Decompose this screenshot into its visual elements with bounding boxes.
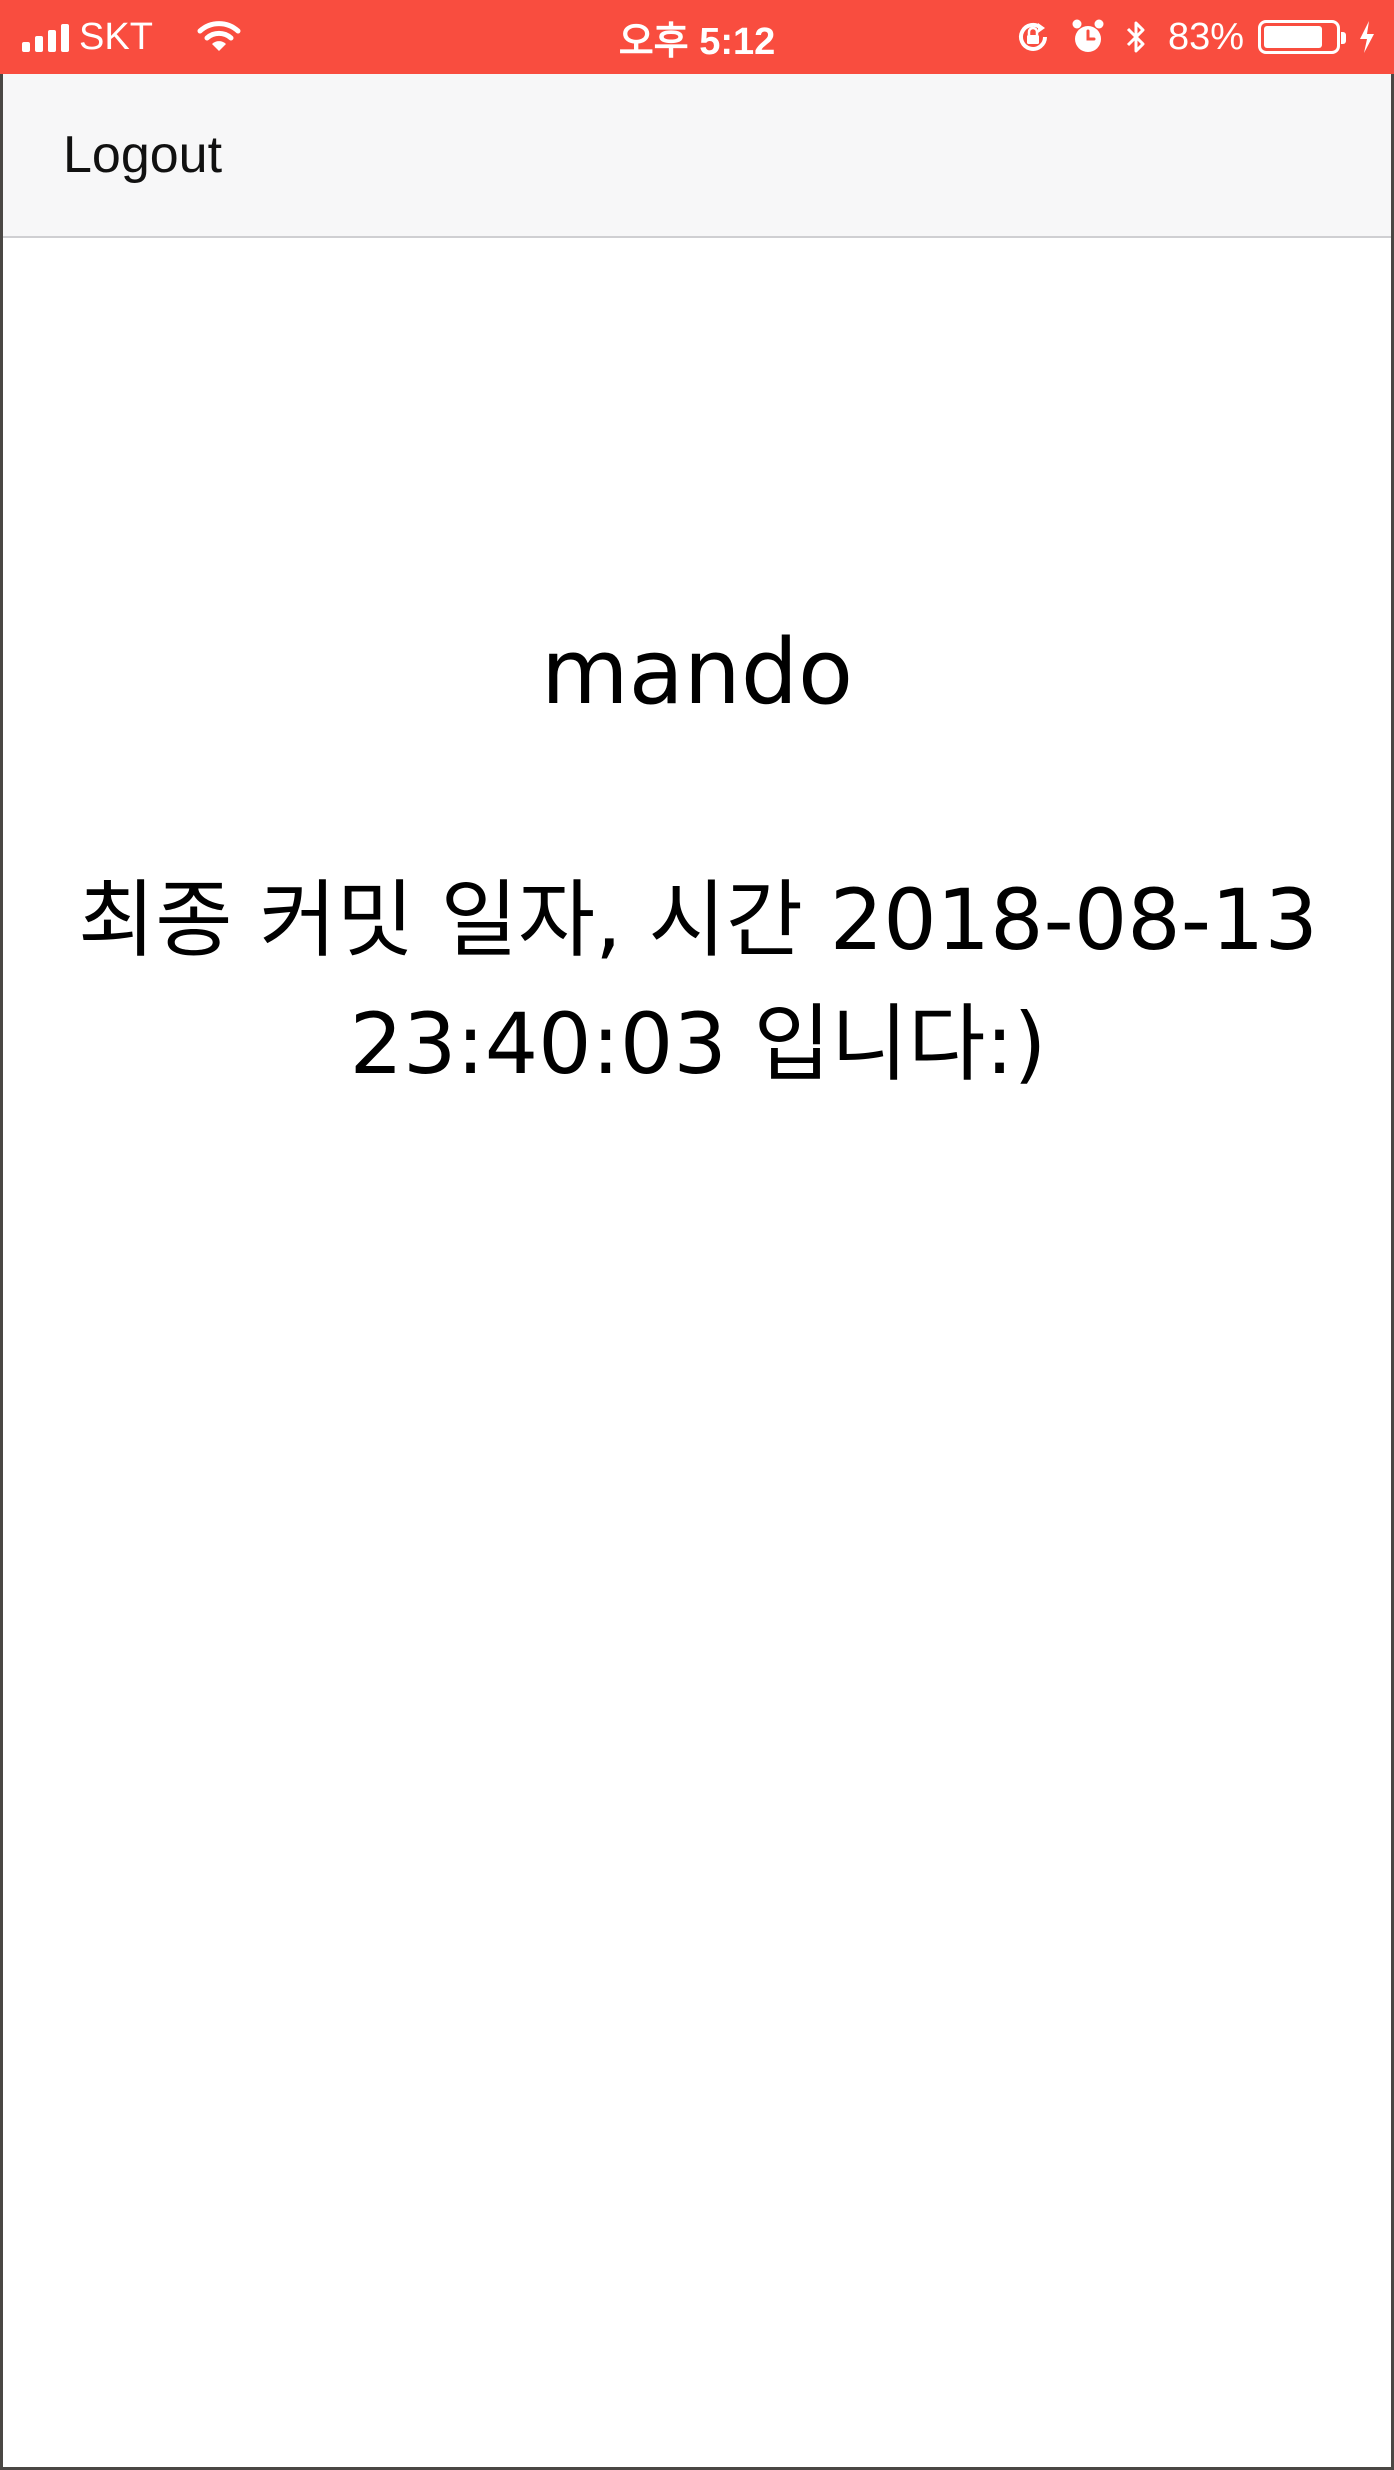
charging-icon [1358, 20, 1376, 54]
carrier-label: SKT [79, 15, 153, 58]
battery-icon [1258, 20, 1346, 54]
bluetooth-icon [1124, 18, 1148, 56]
username-label: mando [540, 620, 854, 725]
app-screen: SKT 오후 5:12 83% Logout mando 최종 커밋 일자, 시… [0, 0, 1394, 2470]
navigation-bar: Logout [3, 74, 1391, 238]
orientation-lock-icon [1014, 18, 1052, 56]
battery-percent: 83% [1167, 15, 1244, 58]
signal-icon [22, 22, 69, 52]
last-commit-message: 최종 커밋 일자, 시간 2018-08-13 23:40:03 입니다:) [78, 871, 1318, 1093]
status-bar: SKT 오후 5:12 83% [0, 0, 1394, 74]
status-bar-left: SKT [22, 0, 241, 74]
battery-level-fill [1264, 26, 1323, 48]
alarm-icon [1070, 18, 1106, 56]
status-bar-right: 83% [996, 0, 1376, 74]
logout-button[interactable]: Logout [63, 74, 222, 236]
wifi-icon [197, 20, 241, 54]
